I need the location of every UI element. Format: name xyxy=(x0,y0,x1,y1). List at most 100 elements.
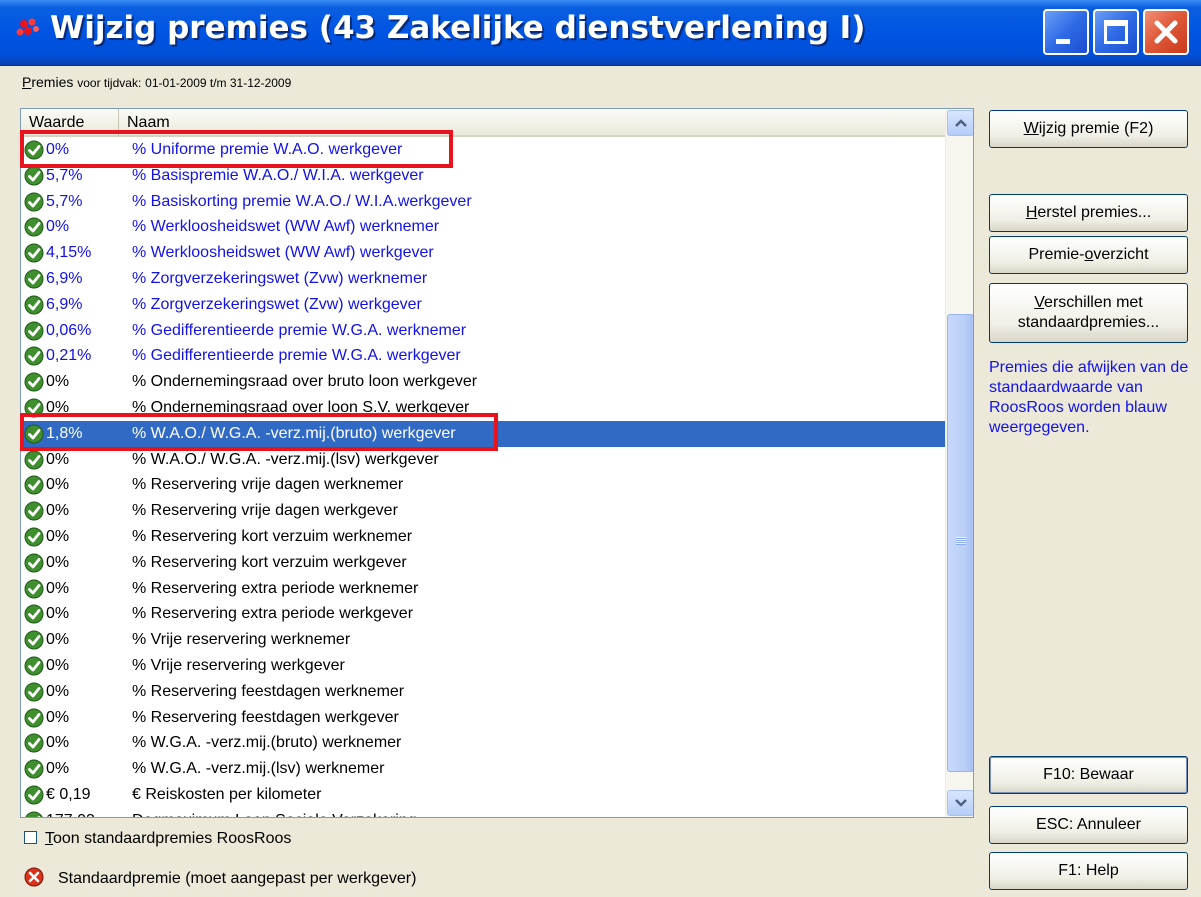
row-value: 0% xyxy=(46,553,70,571)
help-button[interactable]: F1: Help xyxy=(989,852,1188,890)
check-icon xyxy=(24,372,44,392)
scroll-thumb[interactable] xyxy=(947,314,973,772)
row-name: % Gedifferentieerde premie W.G.A. werkge… xyxy=(132,347,461,365)
highlight-box-uniforme xyxy=(20,130,453,168)
list-item[interactable]: 0% % Reservering kort verzuim werkgever xyxy=(21,550,945,576)
herstel-label: erstel premies... xyxy=(1037,204,1152,221)
help-label: F1: Help xyxy=(1058,862,1119,879)
check-icon xyxy=(24,475,44,495)
row-value: 6,9% xyxy=(46,269,83,287)
list-item[interactable]: 0,21% % Gedifferentieerde premie W.G.A. w… xyxy=(21,343,945,369)
check-icon xyxy=(24,630,44,650)
check-icon xyxy=(24,604,44,624)
list-item[interactable]: 0% % Werkloosheidswet (WW Awf) werknemer xyxy=(21,214,945,240)
period-prefix: voor tijdvak: xyxy=(77,76,142,90)
chevron-up-icon xyxy=(955,119,967,127)
highlight-box-selected xyxy=(20,413,498,451)
row-value: 0% xyxy=(46,373,70,391)
list-item[interactable]: 6,9% % Zorgverzekeringswet (Zvw) werkneme… xyxy=(21,266,945,292)
row-name: % Ondernemingsraad over bruto loon werkg… xyxy=(132,373,478,391)
check-icon xyxy=(24,450,44,470)
row-name: % Reservering extra periode werknemer xyxy=(132,579,419,597)
show-standard-checkbox[interactable] xyxy=(24,831,37,844)
row-value: 177,03 xyxy=(46,808,95,817)
list-item[interactable]: 0% % Reservering feestdagen werkgever xyxy=(21,705,945,731)
check-icon xyxy=(24,785,44,805)
row-name: % Gedifferentieerde premie W.G.A. werkne… xyxy=(132,321,467,339)
list-item[interactable]: 0% % Reservering kort verzuim werknemer xyxy=(21,524,945,550)
check-icon xyxy=(24,527,44,547)
title-bar[interactable]: Wijzig premies (43 Zakelijke dienstverle… xyxy=(0,0,1201,66)
period-range: 01-01-2009 t/m 31-12-2009 xyxy=(145,76,292,90)
list-item[interactable]: 5,7% % Basiskorting premie W.A.O./ W.I.A.… xyxy=(21,189,945,215)
list-item[interactable]: 4,15% % Werkloosheidswet (WW Awf) werkgev… xyxy=(21,240,945,266)
row-value: 4,15% xyxy=(46,244,92,262)
wijzig-label: ijzig premie (F2) xyxy=(1038,120,1154,137)
row-name: % Reservering feestdagen werkgever xyxy=(132,708,399,726)
check-icon xyxy=(24,501,44,521)
check-icon xyxy=(24,656,44,676)
maximize-button[interactable] xyxy=(1093,9,1139,55)
vertical-scrollbar[interactable] xyxy=(945,109,973,817)
row-name: % Zorgverzekeringswet (Zvw) werkgever xyxy=(132,295,422,313)
annuleer-button[interactable]: ESC: Annuleer xyxy=(989,806,1188,844)
close-button[interactable] xyxy=(1143,9,1189,55)
wijzig-premie-button[interactable]: Wijzig premie (F2) xyxy=(989,110,1188,148)
check-icon xyxy=(24,733,44,753)
row-value: 0% xyxy=(46,760,70,778)
list-item[interactable]: 177,03 Dagmaximum Loon Sociale Verzekerin… xyxy=(21,808,945,817)
row-name: % Basiskorting premie W.A.O./ W.I.A.werk… xyxy=(132,192,472,210)
row-name: Dagmaximum Loon Sociale Verzekering xyxy=(132,808,417,817)
scroll-down-button[interactable] xyxy=(947,790,973,816)
bewaar-button[interactable]: F10: Bewaar xyxy=(989,756,1188,794)
check-icon xyxy=(24,269,44,289)
row-value: 0% xyxy=(46,631,70,649)
scroll-up-button[interactable] xyxy=(947,110,973,136)
list-item[interactable]: 0% % Reservering vrije dagen werkgever xyxy=(21,498,945,524)
row-value: 0,21% xyxy=(46,347,92,365)
check-icon xyxy=(24,553,44,573)
row-name: % Reservering vrije dagen werknemer xyxy=(132,476,404,494)
row-name: % Vrije reservering werkgever xyxy=(132,656,345,674)
premie-overzicht-button[interactable]: Premie-overzicht xyxy=(989,236,1188,274)
row-value: 0% xyxy=(46,656,70,674)
period-label: Premies voor tijdvak: 01-01-2009 t/m 31-… xyxy=(22,74,291,90)
list-item[interactable]: 0% % Reservering extra periode werknemer xyxy=(21,576,945,602)
list-item[interactable]: 0,06% % Gedifferentieerde premie W.G.A. w… xyxy=(21,318,945,344)
check-icon xyxy=(24,321,44,341)
legend: Standaardpremie (moet aangepast per werk… xyxy=(24,867,416,888)
window-title: Wijzig premies (43 Zakelijke dienstverle… xyxy=(50,10,866,46)
period-label-accel: P xyxy=(22,74,32,90)
row-value: 0% xyxy=(46,476,70,494)
overzicht-label: verzicht xyxy=(1093,246,1149,263)
list-item[interactable]: 0% % Vrije reservering werknemer xyxy=(21,627,945,653)
herstel-premies-button[interactable]: Herstel premies... xyxy=(989,194,1188,232)
list-item[interactable]: 0% % Reservering feestdagen werknemer xyxy=(21,679,945,705)
verschillen-label: erschillen met xyxy=(1044,294,1143,311)
show-standard-accel: T xyxy=(45,830,53,847)
list-rows: 0%% Uniforme premie W.A.O. werkgever 5,7%… xyxy=(21,137,945,817)
list-item[interactable]: 6,9% % Zorgverzekeringswet (Zvw) werkgeve… xyxy=(21,292,945,318)
show-standard-option[interactable]: Toon standaardpremies RoosRoos xyxy=(24,830,291,848)
scroll-grip-icon xyxy=(956,537,966,545)
verschillen-button[interactable]: Verschillen met standaardpremies... xyxy=(989,283,1188,343)
minimize-button[interactable] xyxy=(1043,9,1089,55)
list-item[interactable]: 0% % Reservering extra periode werkgever xyxy=(21,601,945,627)
row-value: 5,7% xyxy=(46,192,83,210)
list-item[interactable]: 0% % Ondernemingsraad over bruto loon wer… xyxy=(21,369,945,395)
bewaar-label: F10: Bewaar xyxy=(1043,766,1134,783)
row-name: % Reservering feestdagen werknemer xyxy=(132,682,405,700)
check-icon xyxy=(24,243,44,263)
list-item[interactable]: 0% % W.G.A. -verz.mij.(bruto) werknemer xyxy=(21,730,945,756)
blue-values-note: Premies die afwijken van de standaardwaa… xyxy=(989,359,1189,436)
list-item[interactable]: 0% % Reservering vrije dagen werknemer xyxy=(21,472,945,498)
minimize-icon xyxy=(1056,39,1070,44)
list-item[interactable]: 0% % Vrije reservering werkgever xyxy=(21,653,945,679)
list-item[interactable]: 0% % W.G.A. -verz.mij.(lsv) werknemer xyxy=(21,756,945,782)
row-value: 0% xyxy=(46,218,70,236)
list-item[interactable]: € 0,19 € Reiskosten per kilometer xyxy=(21,782,945,808)
premium-list[interactable]: Waarde Naam 0%% Uniforme premie W.A.O. w… xyxy=(20,108,974,818)
wijzig-accel: W xyxy=(1023,120,1039,137)
row-name: % Vrije reservering werknemer xyxy=(132,631,351,649)
verschillen-accel: V xyxy=(1034,294,1045,311)
